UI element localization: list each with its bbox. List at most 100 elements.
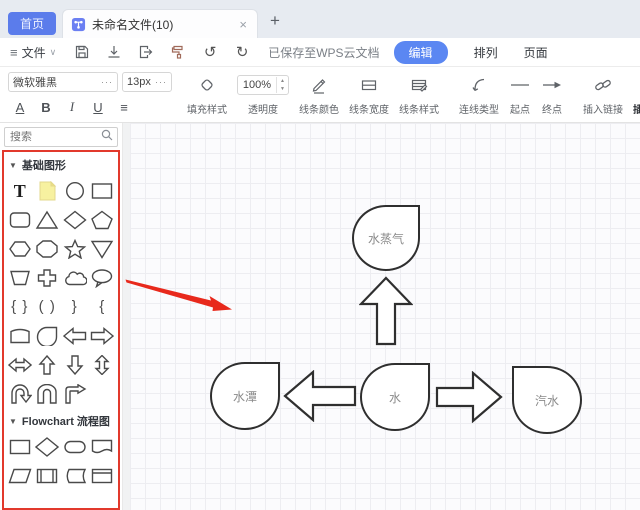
sidebar-scrollbar[interactable]	[122, 123, 130, 510]
shape-arrow-up-down[interactable]	[89, 350, 117, 379]
line-color-button[interactable]: 线条颜色	[294, 67, 344, 122]
shape-decision[interactable]	[34, 432, 62, 461]
section-basic-shapes[interactable]: ▼ 基础图形	[4, 152, 118, 176]
bold-button[interactable]: B	[34, 97, 58, 117]
shape-u-shape[interactable]	[34, 379, 62, 408]
canvas-node-soda[interactable]: 汽水	[512, 366, 582, 434]
shape-left-brace[interactable]: {	[89, 292, 117, 321]
shape-data[interactable]	[6, 461, 34, 490]
shape-diamond[interactable]	[61, 205, 89, 234]
shape-pentagon[interactable]	[89, 205, 117, 234]
home-tab-button[interactable]: 首页	[8, 12, 56, 35]
shape-document[interactable]	[89, 432, 117, 461]
new-tab-button[interactable]: +	[270, 11, 280, 31]
section-flowchart-shapes[interactable]: ▼ Flowchart 流程图	[4, 408, 118, 432]
shape-internal-storage[interactable]	[89, 461, 117, 490]
arrange-menu[interactable]: 排列	[474, 44, 498, 61]
shape-arrow-right[interactable]	[89, 321, 117, 350]
shape-cloud[interactable]	[61, 263, 89, 292]
format-toolbar: 微软雅黑 ··· 13px ··· A B I U ≡ 填充样式	[0, 67, 640, 123]
canvas-node-water-vapor[interactable]: 水蒸气	[352, 205, 420, 271]
save-status-text: 已保存至WPS云文档	[268, 44, 379, 61]
shape-arrow-left[interactable]	[61, 321, 89, 350]
download-button[interactable]	[101, 41, 127, 63]
end-point-button[interactable]: 终点	[536, 67, 568, 122]
shape-predefined-process[interactable]	[34, 461, 62, 490]
shape-arrow-down[interactable]	[61, 350, 89, 379]
shape-oval-callout[interactable]	[89, 263, 117, 292]
redo-button[interactable]: ↻	[229, 41, 255, 63]
format-painter-button[interactable]	[165, 41, 191, 63]
shape-arrow-left-right[interactable]	[6, 350, 34, 379]
spinner-arrows-icon[interactable]: ▲▼	[276, 77, 288, 93]
shape-library-sidebar: ▼ 基础图形 T { }( )}{ ▼ Flowchart 流程图	[0, 123, 122, 510]
shape-inverted-triangle[interactable]	[89, 234, 117, 263]
main-area: ▼ 基础图形 T { }( )}{ ▼ Flowchart 流程图 水蒸气	[0, 123, 640, 510]
shape-stored-data[interactable]	[61, 461, 89, 490]
connector-type-icon	[470, 74, 488, 96]
shape-triangle[interactable]	[34, 205, 62, 234]
shape-teardrop[interactable]	[34, 321, 62, 350]
shape-trapezoid[interactable]	[6, 263, 34, 292]
shape-u-turn-arrow[interactable]	[6, 379, 34, 408]
insert-link-button[interactable]: 插入链接	[578, 67, 628, 122]
shape-rounded-rectangle[interactable]	[6, 205, 34, 234]
section-title: 基础图形	[22, 157, 66, 173]
shape-paren-pair[interactable]: ( )	[34, 292, 62, 321]
save-button[interactable]	[69, 41, 95, 63]
shape-display[interactable]	[6, 321, 34, 350]
font-color-button[interactable]: A	[8, 97, 32, 117]
shape-cross[interactable]	[34, 263, 62, 292]
export-button[interactable]	[133, 41, 159, 63]
line-style-button[interactable]: 线条样式	[394, 67, 444, 122]
shape-octagon[interactable]	[34, 234, 62, 263]
wps-flowchart-app: 首页 未命名文件(10) × + ≡ 文件 ∨ ↺ ↻ 已保存至W	[0, 0, 640, 510]
file-menu[interactable]: ≡ 文件 ∨	[0, 44, 66, 61]
line-width-button[interactable]: 线条宽度	[344, 67, 394, 122]
insert-image-button[interactable]: 插入图片	[628, 67, 640, 122]
font-size-select[interactable]: 13px ···	[122, 72, 172, 92]
shape-rectangle[interactable]	[89, 176, 117, 205]
opacity-control[interactable]: 100% ▲▼ 透明度	[232, 67, 294, 122]
align-icon: ≡	[120, 100, 128, 115]
fill-style-icon	[198, 74, 216, 96]
undo-button[interactable]: ↺	[197, 41, 223, 63]
canvas-arrow-left[interactable]	[283, 370, 357, 422]
shape-text[interactable]: T	[6, 176, 34, 205]
shape-brace-pair[interactable]: { }	[6, 292, 34, 321]
canvas-node-pond[interactable]: 水潭	[210, 362, 280, 430]
shape-arrow-up[interactable]	[34, 350, 62, 379]
italic-button[interactable]: I	[60, 97, 84, 117]
start-point-button[interactable]: 起点	[504, 67, 536, 122]
search-input[interactable]	[5, 131, 95, 143]
text-align-button[interactable]: ≡	[112, 97, 136, 117]
canvas-node-water[interactable]: 水	[360, 363, 430, 431]
search-icon	[101, 128, 113, 146]
canvas-arrow-right[interactable]	[435, 371, 503, 423]
shape-terminator[interactable]	[61, 432, 89, 461]
underline-button[interactable]: U	[86, 97, 110, 117]
canvas-arrow-up[interactable]	[359, 276, 413, 346]
page-menu[interactable]: 页面	[524, 44, 548, 61]
shape-sticky-note[interactable]	[34, 176, 62, 205]
shape-circle[interactable]	[61, 176, 89, 205]
close-tab-icon[interactable]: ×	[237, 17, 249, 32]
shape-search-box[interactable]	[4, 127, 118, 147]
font-size-dropdown-icon: ···	[155, 77, 167, 87]
edit-mode-button[interactable]: 编辑	[394, 41, 448, 64]
connector-type-button[interactable]: 连线类型	[454, 67, 504, 122]
document-tab[interactable]: 未命名文件(10) ×	[62, 9, 258, 38]
opacity-spinner[interactable]: 100% ▲▼	[237, 75, 289, 95]
annotation-highlight-box: ▼ 基础图形 T { }( )}{ ▼ Flowchart 流程图	[2, 150, 120, 510]
shape-corner-arrow[interactable]	[61, 379, 89, 408]
shape-process[interactable]	[6, 432, 34, 461]
fill-style-button[interactable]: 填充样式	[182, 67, 232, 122]
shape-hexagon[interactable]	[6, 234, 34, 263]
section-title: Flowchart 流程图	[22, 413, 110, 429]
font-family-select[interactable]: 微软雅黑 ···	[8, 72, 118, 92]
diagram-canvas[interactable]: 水蒸气 水潭 水 汽水	[130, 123, 640, 510]
shape-right-brace[interactable]: }	[61, 292, 89, 321]
end-point-icon	[541, 74, 563, 96]
line-width-icon	[360, 74, 378, 96]
shape-star[interactable]	[61, 234, 89, 263]
